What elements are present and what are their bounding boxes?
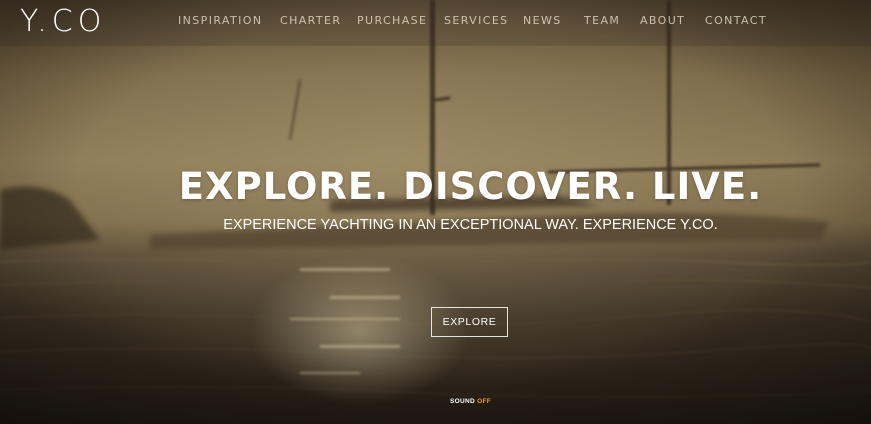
- nav-item-inspiration[interactable]: INSPIRATION: [178, 14, 262, 27]
- explore-button[interactable]: EXPLORE: [431, 307, 508, 337]
- hero-section: Y.CO INSPIRATION CHARTER PURCHASE SERVIC…: [0, 0, 871, 424]
- hero-headline: EXPLORE. DISCOVER. LIVE.: [178, 165, 763, 208]
- sound-toggle-state: OFF: [477, 398, 491, 405]
- nav-item-charter[interactable]: CHARTER: [280, 14, 341, 27]
- hero-subheadline: EXPERIENCE YACHTING IN AN EXCEPTIONAL WA…: [223, 217, 718, 233]
- brand-logo[interactable]: Y.CO: [20, 4, 106, 40]
- nav-item-contact[interactable]: CONTACT: [705, 14, 767, 27]
- nav-item-news[interactable]: NEWS: [523, 14, 562, 27]
- sound-toggle[interactable]: SOUND OFF: [450, 398, 491, 405]
- nav-item-services[interactable]: SERVICES: [444, 14, 509, 27]
- nav-item-about[interactable]: ABOUT: [640, 14, 685, 27]
- explore-button-label: EXPLORE: [442, 316, 497, 328]
- top-navigation-bar: Y.CO INSPIRATION CHARTER PURCHASE SERVIC…: [0, 0, 871, 46]
- nav-item-team[interactable]: TEAM: [584, 14, 620, 27]
- nav-item-purchase[interactable]: PURCHASE: [357, 14, 427, 27]
- sound-toggle-label: SOUND: [450, 398, 475, 405]
- hero-background-image: [0, 0, 871, 424]
